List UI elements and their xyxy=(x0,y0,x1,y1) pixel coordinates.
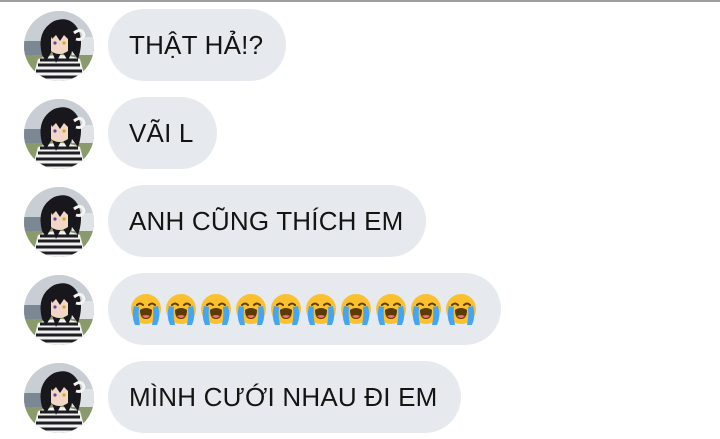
avatar[interactable] xyxy=(24,187,94,257)
avatar[interactable] xyxy=(24,11,94,81)
loudly-crying-face-icon xyxy=(340,293,372,326)
loudly-crying-face-icon xyxy=(445,293,477,326)
message-bubble[interactable]: ANH CŨNG THÍCH EM xyxy=(108,185,427,257)
message-row xyxy=(0,273,720,347)
loudly-crying-face-icon xyxy=(375,293,407,326)
avatar[interactable] xyxy=(24,99,94,169)
loudly-crying-face-icon xyxy=(235,293,267,326)
loudly-crying-face-icon xyxy=(410,293,442,326)
message-text: MÌNH CƯỚI NHAU ĐI EM xyxy=(129,381,438,412)
message-bubble[interactable]: THẬT HẢ!? xyxy=(108,9,287,81)
message-row: VÃI L xyxy=(0,97,720,171)
top-divider xyxy=(0,0,720,2)
loudly-crying-face-icon xyxy=(165,293,197,326)
loudly-crying-face-icon xyxy=(200,293,232,326)
loudly-crying-face-icon xyxy=(305,293,337,326)
loudly-crying-face-icon xyxy=(130,293,162,326)
message-text: ANH CŨNG THÍCH EM xyxy=(129,205,404,236)
emoji-group xyxy=(129,292,478,326)
message-text: VÃI L xyxy=(129,117,194,148)
message-row: MÌNH CƯỚI NHAU ĐI EM xyxy=(0,361,720,435)
message-row: ANH CŨNG THÍCH EM xyxy=(0,185,720,259)
avatar[interactable] xyxy=(24,363,94,433)
message-bubble[interactable]: VÃI L xyxy=(108,97,217,169)
avatar[interactable] xyxy=(24,275,94,345)
loudly-crying-face-icon xyxy=(270,293,302,326)
message-bubble[interactable] xyxy=(108,273,501,345)
message-row: THẬT HẢ!? xyxy=(0,9,720,83)
message-bubble[interactable]: MÌNH CƯỚI NHAU ĐI EM xyxy=(108,361,461,433)
message-text: THẬT HẢ!? xyxy=(129,29,264,60)
